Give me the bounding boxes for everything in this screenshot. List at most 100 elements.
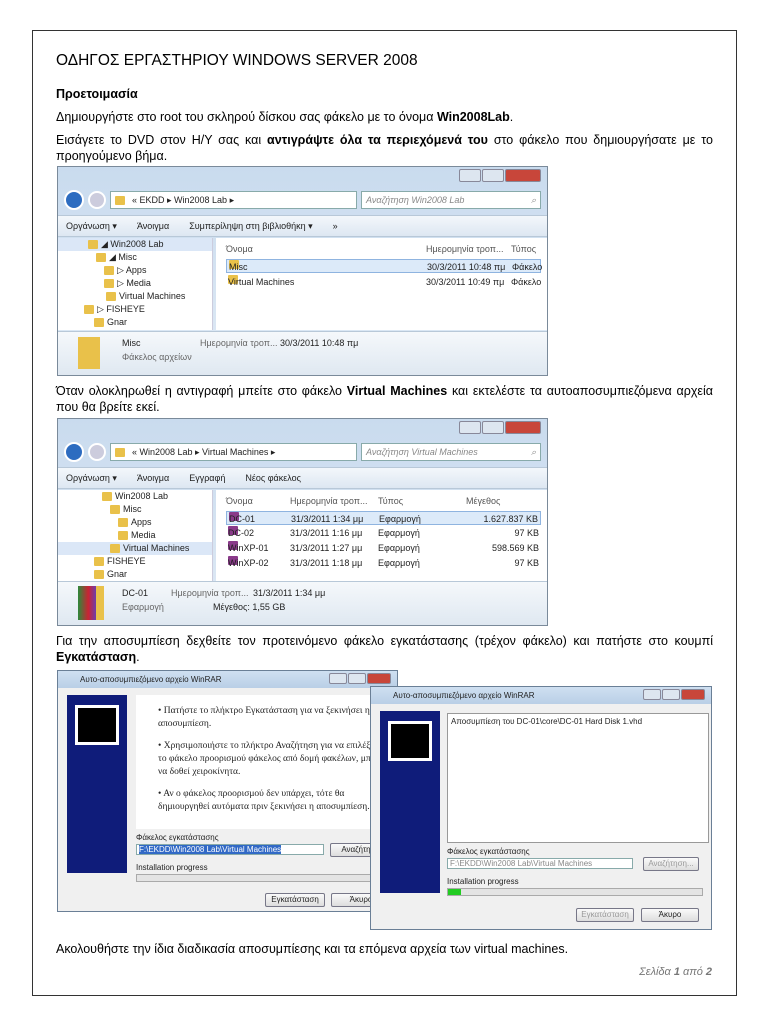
tree-item[interactable]: Gnar: [58, 316, 212, 329]
folder-tree: Win2008 Lab Misc Apps Media Virtual Mach…: [58, 490, 213, 582]
detail-name: Misc: [122, 338, 141, 348]
tree-item[interactable]: Misc: [58, 503, 212, 516]
progress-label: Installation progress: [136, 863, 208, 872]
detail-label: Ημερομηνία τροπ...: [200, 338, 278, 348]
explorer-window-1: « EKDD ▸ Win2008 Lab ▸ Αναζήτηση Win2008…: [57, 166, 548, 376]
forward-icon[interactable]: [88, 191, 106, 209]
back-icon[interactable]: [64, 190, 84, 210]
file-list: Όνομα Ημερομηνία τροπ... Τύπος Misc 30/3/20…: [216, 238, 547, 330]
install-button[interactable]: Εγκατάσταση: [265, 893, 325, 907]
window-controls[interactable]: [459, 169, 541, 182]
bullet-1: • Πατήστε το πλήκτρο Εγκατάσταση για να …: [158, 706, 370, 729]
file-row[interactable]: DC-02 31/3/2011 1:16 μμ Εφαρμογή 97 KB: [226, 526, 541, 540]
search-input[interactable]: Αναζήτηση Win2008 Lab ⌕: [361, 191, 541, 209]
log-box: Αποσυμπίεση του DC-01\core\DC-01 Hard Di…: [447, 713, 709, 843]
folder-tree: ◢ Win2008 Lab ◢ Misc ▷ Apps ▷ Media Virt…: [58, 238, 213, 330]
explorer-window-2: « Win2008 Lab ▸ Virtual Machines ▸ Αναζή…: [57, 418, 548, 626]
detail-type: Εφαρμογή: [122, 602, 164, 612]
paragraph-3: Όταν ολοκληρωθεί η αντιγραφή μπείτε στο …: [56, 383, 713, 415]
progress-bar: [447, 888, 703, 896]
bold-text: Virtual Machines: [346, 384, 448, 398]
more-button[interactable]: »: [333, 221, 338, 231]
dialog-title: Αυτο-αποσυμπιεζόμενο αρχείο WinRAR: [393, 691, 535, 700]
paragraph-4: Για την αποσυμπίεση δεχθείτε τον προτειν…: [56, 633, 713, 665]
address-bar[interactable]: « Win2008 Lab ▸ Virtual Machines ▸: [110, 443, 357, 461]
paragraph-1: Δημιουργήστε στο root του σκληρού δίσκου…: [56, 109, 713, 125]
file-row[interactable]: Misc 30/3/2011 10:48 πμ Φάκελο: [226, 259, 542, 273]
window-controls[interactable]: [459, 421, 541, 434]
file-row[interactable]: WinXP-01 31/3/2011 1:27 μμ Εφαρμογή 598.569…: [226, 541, 541, 555]
folder-dropdown[interactable]: F:\EKDD\Win2008 Lab\Virtual Machines: [447, 858, 633, 869]
column-type[interactable]: Τύπος: [511, 242, 536, 256]
column-size[interactable]: Μέγεθος: [466, 494, 500, 508]
column-date[interactable]: Ημερομηνία τροπ...: [426, 242, 503, 256]
address-text: « EKDD ▸ Win2008 Lab ▸: [132, 194, 235, 205]
file-row[interactable]: WinXP-02 31/3/2011 1:18 μμ Εφαρμογή 97 KB: [226, 556, 541, 570]
tree-item[interactable]: ▷ FISHEYE: [58, 303, 212, 316]
tree-item[interactable]: Media: [58, 529, 212, 542]
paragraph-2: Εισάγετε το DVD στον Η/Υ σας και αντιγρά…: [56, 132, 713, 164]
tree-item[interactable]: ▷ Media: [58, 277, 212, 290]
address-text: « Win2008 Lab ▸ Virtual Machines ▸: [132, 446, 276, 457]
file-row[interactable]: Virtual Machines 30/3/2011 10:49 πμ Φάκελο: [226, 275, 541, 289]
tree-item[interactable]: Apps: [58, 516, 212, 529]
tree-item[interactable]: Gnar: [58, 568, 212, 581]
organize-button[interactable]: Οργάνωση ▾: [66, 221, 117, 232]
instructions-panel: • Πατήστε το πλήκτρο Εγκατάσταση για να …: [136, 695, 398, 829]
back-icon[interactable]: [64, 442, 84, 462]
bold-text: Win2008Lab: [436, 110, 510, 124]
text: .: [136, 650, 140, 664]
column-name[interactable]: Όνομα: [226, 494, 253, 508]
text: Όταν ολοκληρωθεί η αντιγραφή μπείτε στο …: [56, 384, 347, 398]
browse-button[interactable]: Αναζήτηση...: [643, 857, 699, 871]
detail-date: 30/3/2011 10:48 πμ: [280, 338, 359, 348]
file-list: Όνομα Ημερομηνία τροπ... Τύπος Μέγεθος DC-0…: [216, 490, 547, 582]
open-button[interactable]: Άνοιγμα: [137, 473, 169, 483]
column-name[interactable]: Όνομα: [226, 242, 253, 256]
tree-item[interactable]: ▷ Apps: [58, 264, 212, 277]
tree-item[interactable]: ◢ Misc: [58, 251, 212, 264]
search-placeholder: Αναζήτηση Virtual Machines: [366, 447, 478, 457]
tree-item[interactable]: Win2008 Lab: [58, 490, 212, 503]
toolbar: Οργάνωση ▾ Άνοιγμα Συμπερίληψη στη βιβλιοθ…: [58, 215, 547, 237]
file-row[interactable]: DC-01 31/3/2011 1:34 μμ Εφαρμογή 1.627.837 …: [226, 511, 541, 525]
column-headers: Όνομα Ημερομηνία τροπ... Τύπος: [226, 242, 541, 256]
progress-label: Installation progress: [447, 877, 519, 886]
search-icon: ⌕: [530, 446, 536, 457]
winrar-side-banner: [67, 695, 127, 873]
cancel-button[interactable]: Άκυρο: [641, 908, 699, 922]
install-button[interactable]: Εγκατάσταση: [576, 908, 634, 922]
search-placeholder: Αναζήτηση Win2008 Lab: [366, 195, 465, 205]
dialog-title-bar: Αυτο-αποσυμπιεζόμενο αρχείο WinRAR: [371, 687, 711, 704]
text: Για την αποσυμπίεση δεχθείτε τον προτειν…: [56, 634, 713, 648]
bullet-2: • Χρησιμοποιήστε το πλήκτρο Αναζήτηση γι…: [158, 741, 387, 777]
dialog-title-bar: Αυτο-αποσυμπιεζόμενο αρχείο WinRAR: [58, 671, 397, 688]
winrar-side-banner: [380, 711, 440, 893]
include-library-button[interactable]: Συμπερίληψη στη βιβλιοθήκη ▾: [189, 221, 312, 232]
dialog-title: Αυτο-αποσυμπιεζόμενο αρχείο WinRAR: [80, 675, 222, 684]
search-input[interactable]: Αναζήτηση Virtual Machines ⌕: [361, 443, 541, 461]
winrar-dialog-1: Αυτο-αποσυμπιεζόμενο αρχείο WinRAR • Πατ…: [57, 670, 398, 912]
tree-item[interactable]: Virtual Machines: [58, 290, 212, 303]
forward-icon[interactable]: [88, 443, 106, 461]
tree-item[interactable]: ◢ Win2008 Lab: [58, 238, 212, 251]
open-button[interactable]: Άνοιγμα: [137, 221, 169, 231]
tree-item[interactable]: Virtual Machines: [58, 542, 212, 555]
column-date[interactable]: Ημερομηνία τροπ...: [290, 494, 367, 508]
new-folder-button[interactable]: Νέος φάκελος: [245, 473, 301, 483]
column-type[interactable]: Τύπος: [378, 494, 403, 508]
bold-text: αντιγράψτε όλα τα περιεχόμενά του: [267, 133, 488, 147]
detail-size: Μέγεθος: 1,55 GB: [213, 602, 286, 612]
detail-date: 31/3/2011 1:34 μμ: [253, 588, 326, 598]
folder-dropdown[interactable]: F:\EKDD\Win2008 Lab\Virtual Machines: [136, 844, 324, 855]
burn-button[interactable]: Εγγραφή: [189, 473, 225, 483]
log-text: Αποσυμπίεση του DC-01\core\DC-01 Hard Di…: [451, 717, 643, 726]
organize-button[interactable]: Οργάνωση ▾: [66, 473, 117, 484]
address-bar[interactable]: « EKDD ▸ Win2008 Lab ▸: [110, 191, 357, 209]
progress-bar: [136, 874, 398, 882]
tree-item[interactable]: FISHEYE: [58, 555, 212, 568]
bold-text: Εγκατάσταση: [56, 650, 137, 664]
detail-type: Φάκελος αρχείων: [122, 352, 192, 362]
section-heading: Προετοιμασία: [56, 87, 138, 101]
text: Δημιουργήστε στο root του σκληρού δίσκου…: [56, 110, 437, 124]
